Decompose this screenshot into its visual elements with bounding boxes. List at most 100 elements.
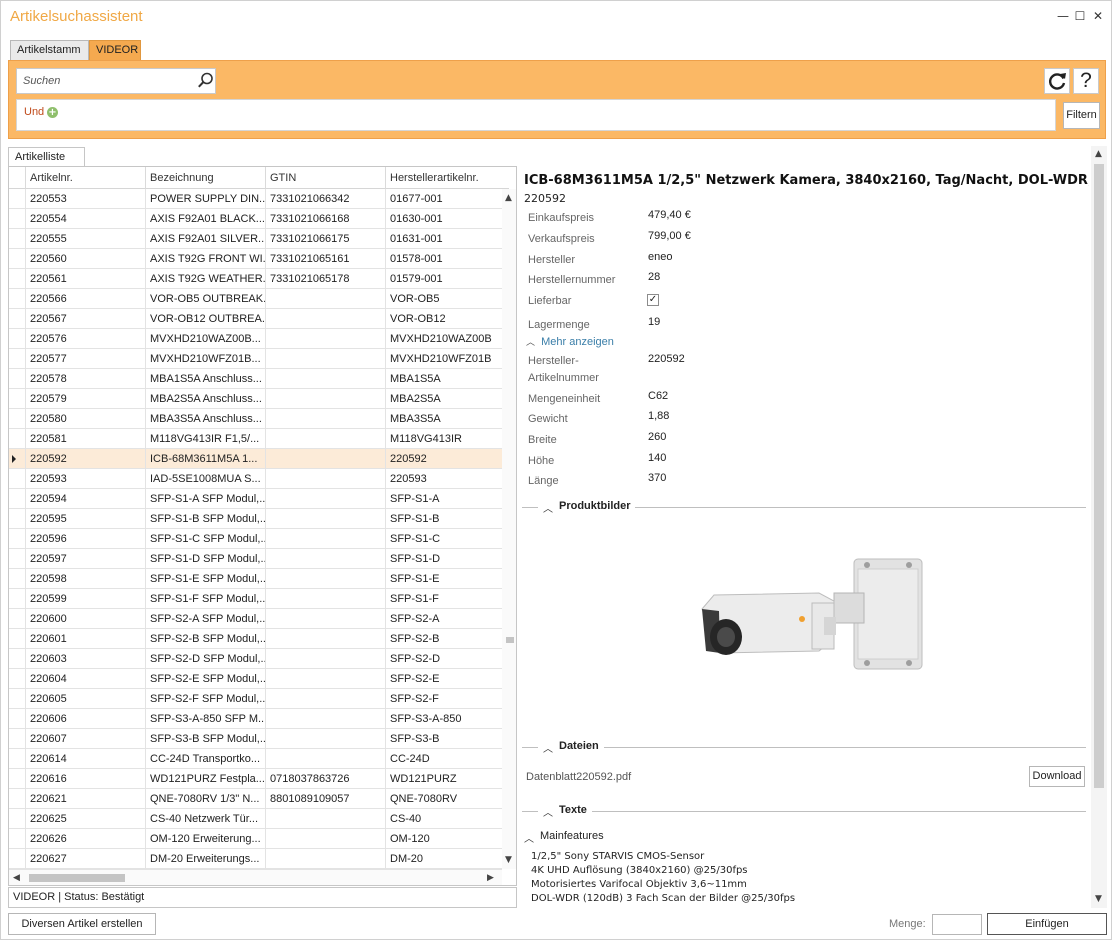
cell-bezeichnung: MBA3S5A Anschluss... — [145, 409, 265, 429]
table-row[interactable]: 220600 SFP-S2-A SFP Modul,... SFP-S2-A — [9, 609, 502, 629]
quantity-input[interactable] — [932, 914, 982, 935]
table-row[interactable]: 220603 SFP-S2-D SFP Modul,... SFP-S2-D — [9, 649, 502, 669]
minimize-button[interactable]: — — [1056, 9, 1070, 23]
table-row[interactable]: 220604 SFP-S2-E SFP Modul,... SFP-S2-E — [9, 669, 502, 689]
scroll-left-icon[interactable]: ◀ — [13, 873, 20, 883]
show-more-link[interactable]: ︿ Mehr anzeigen — [526, 335, 614, 348]
table-row[interactable]: 220595 SFP-S1-B SFP Modul,... SFP-S1-B — [9, 509, 502, 529]
feature-line: DOL-WDR (120dB) 3 Fach Scan der Bilder @… — [531, 893, 796, 904]
cell-bezeichnung: AXIS F92A01 BLACK... — [145, 209, 265, 229]
chevron-up-icon[interactable]: ︿ — [524, 830, 534, 845]
cell-gtin: 7331021065161 — [265, 249, 385, 269]
table-row[interactable]: 220576 MVXHD210WAZ00B... MVXHD210WAZ00B — [9, 329, 502, 349]
grid-horizontal-scrollbar[interactable]: ◀ ▶ — [9, 869, 502, 885]
filter-operator[interactable]: Und — [24, 106, 44, 118]
scroll-up-icon[interactable]: ▲ — [505, 193, 512, 203]
cell-herstellerartikelnr: SFP-S3-A-850 — [385, 709, 502, 729]
cell-artikelnr: 220625 — [25, 809, 145, 829]
scroll-down-icon[interactable]: ▼ — [505, 855, 512, 865]
cell-herstellerartikelnr: M118VG413IR — [385, 429, 502, 449]
table-row[interactable]: 220555 AXIS F92A01 SILVER... 7331021066175… — [9, 229, 502, 249]
table-row[interactable]: 220598 SFP-S1-E SFP Modul,... SFP-S1-E — [9, 569, 502, 589]
chevron-up-icon[interactable]: ︿ — [543, 804, 553, 819]
table-row[interactable]: 220616 WD121PURZ Festpla... 0718037863726 W… — [9, 769, 502, 789]
cell-bezeichnung: SFP-S3-B SFP Modul,... — [145, 729, 265, 749]
scroll-thumb[interactable] — [29, 874, 125, 882]
create-misc-article-button[interactable]: Diversen Artikel erstellen — [8, 913, 156, 935]
cell-bezeichnung: ICB-68M3611M5A 1... — [145, 449, 265, 469]
chevron-up-icon[interactable]: ︿ — [543, 500, 553, 515]
table-row[interactable]: 220621 QNE-7080RV 1/3" N... 8801089109057 Q… — [9, 789, 502, 809]
cell-artikelnr: 220604 — [25, 669, 145, 689]
table-row[interactable]: 220625 CS-40 Netzwerk Tür... CS-40 — [9, 809, 502, 829]
table-row[interactable]: 220605 SFP-S2-F SFP Modul,... SFP-S2-F — [9, 689, 502, 709]
cell-artikelnr: 220598 — [25, 569, 145, 589]
table-row[interactable]: 220580 MBA3S5A Anschluss... MBA3S5A — [9, 409, 502, 429]
column-header-bezeichnung[interactable]: Bezeichnung — [145, 167, 265, 189]
section-texte[interactable]: ︿ Texte — [522, 804, 1086, 819]
column-header-herstellerartikelnr[interactable]: Herstellerartikelnr. — [385, 167, 502, 189]
table-row[interactable]: 220597 SFP-S1-D SFP Modul,... SFP-S1-D — [9, 549, 502, 569]
section-dateien[interactable]: ︿ Dateien — [522, 740, 1086, 755]
table-row[interactable]: 220560 AXIS T92G FRONT WI... 7331021065161… — [9, 249, 502, 269]
table-row[interactable]: 220579 MBA2S5A Anschluss... MBA2S5A — [9, 389, 502, 409]
help-button[interactable]: ? — [1073, 68, 1099, 94]
download-button[interactable]: Download — [1029, 766, 1085, 787]
table-row[interactable]: 220607 SFP-S3-B SFP Modul,... SFP-S3-B — [9, 729, 502, 749]
add-filter-icon[interactable]: + — [47, 107, 58, 118]
cell-herstellerartikelnr: SFP-S2-F — [385, 689, 502, 709]
detail-scrollbar[interactable]: ▲ ▼ — [1091, 146, 1107, 908]
chevron-up-icon[interactable]: ︿ — [543, 740, 553, 755]
cell-gtin: 7331021065178 — [265, 269, 385, 289]
scroll-right-icon[interactable]: ▶ — [487, 873, 494, 883]
table-row[interactable]: 220578 MBA1S5A Anschluss... MBA1S5A — [9, 369, 502, 389]
grid-vertical-scrollbar[interactable]: ▲ ▼ — [502, 189, 516, 869]
tab-videor[interactable]: VIDEOR — [89, 40, 141, 61]
table-row[interactable]: 220566 VOR-OB5 OUTBREAK... VOR-OB5 — [9, 289, 502, 309]
column-header-gtin[interactable]: GTIN — [265, 167, 385, 189]
table-row[interactable]: 220553 POWER SUPPLY DIN... 7331021066342 01… — [9, 189, 502, 209]
table-row[interactable]: 220601 SFP-S2-B SFP Modul,... SFP-S2-B — [9, 629, 502, 649]
table-row[interactable]: 220626 OM-120 Erweiterung... OM-120 — [9, 829, 502, 849]
scroll-thumb[interactable] — [1094, 164, 1104, 788]
cell-gtin: 8801089109057 — [265, 789, 385, 809]
table-row[interactable]: 220592 ICB-68M3611M5A 1... 220592 — [9, 449, 502, 469]
table-row[interactable]: 220594 SFP-S1-A SFP Modul,... SFP-S1-A — [9, 489, 502, 509]
table-row[interactable]: 220599 SFP-S1-F SFP Modul,... SFP-S1-F — [9, 589, 502, 609]
tab-artikelliste[interactable]: Artikelliste — [8, 147, 85, 167]
scroll-thumb[interactable] — [506, 637, 514, 643]
table-row[interactable]: 220567 VOR-OB12 OUTBREA... VOR-OB12 — [9, 309, 502, 329]
section-produktbilder[interactable]: ︿ Produktbilder — [522, 500, 1086, 515]
cell-gtin — [265, 709, 385, 729]
table-row[interactable]: 220593 IAD-5SE1008MUA S... 220593 — [9, 469, 502, 489]
field-value: 260 — [648, 431, 667, 443]
insert-button[interactable]: Einfügen — [987, 913, 1107, 935]
search-input[interactable] — [21, 74, 191, 88]
filter-builder[interactable]: Und + — [16, 99, 1056, 131]
table-row[interactable]: 220577 MVXHD210WFZ01B... MVXHD210WFZ01B — [9, 349, 502, 369]
scroll-up-icon[interactable]: ▲ — [1095, 149, 1102, 159]
table-row[interactable]: 220627 DM-20 Erweiterungs... DM-20 — [9, 849, 502, 869]
table-row[interactable]: 220581 M118VG413IR F1,5/... M118VG413IR — [9, 429, 502, 449]
cell-gtin — [265, 729, 385, 749]
close-button[interactable]: ✕ — [1091, 9, 1105, 23]
tab-artikelstamm[interactable]: Artikelstamm — [10, 40, 89, 61]
table-row[interactable]: 220554 AXIS F92A01 BLACK... 7331021066168 0… — [9, 209, 502, 229]
search-icon[interactable] — [197, 72, 214, 89]
cell-herstellerartikelnr: SFP-S1-F — [385, 589, 502, 609]
section-title: Produktbilder — [559, 500, 631, 512]
cell-bezeichnung: CS-40 Netzwerk Tür... — [145, 809, 265, 829]
cell-gtin: 7331021066175 — [265, 229, 385, 249]
table-row[interactable]: 220606 SFP-S3-A-850 SFP M... SFP-S3-A-850 — [9, 709, 502, 729]
refresh-button[interactable] — [1044, 68, 1070, 94]
table-row[interactable]: 220596 SFP-S1-C SFP Modul,... SFP-S1-C — [9, 529, 502, 549]
table-row[interactable]: 220614 CC-24D Transportko... CC-24D — [9, 749, 502, 769]
maximize-button[interactable]: ☐ — [1073, 9, 1087, 23]
scroll-down-icon[interactable]: ▼ — [1095, 894, 1102, 904]
mainfeatures-label: Mainfeatures — [540, 830, 604, 842]
cell-herstellerartikelnr: 220592 — [385, 449, 502, 469]
column-header-artikelnr[interactable]: Artikelnr. — [25, 167, 145, 189]
table-row[interactable]: 220561 AXIS T92G WEATHER... 7331021065178 0… — [9, 269, 502, 289]
filter-button[interactable]: Filtern — [1063, 102, 1100, 129]
cell-herstellerartikelnr: DM-20 — [385, 849, 502, 869]
